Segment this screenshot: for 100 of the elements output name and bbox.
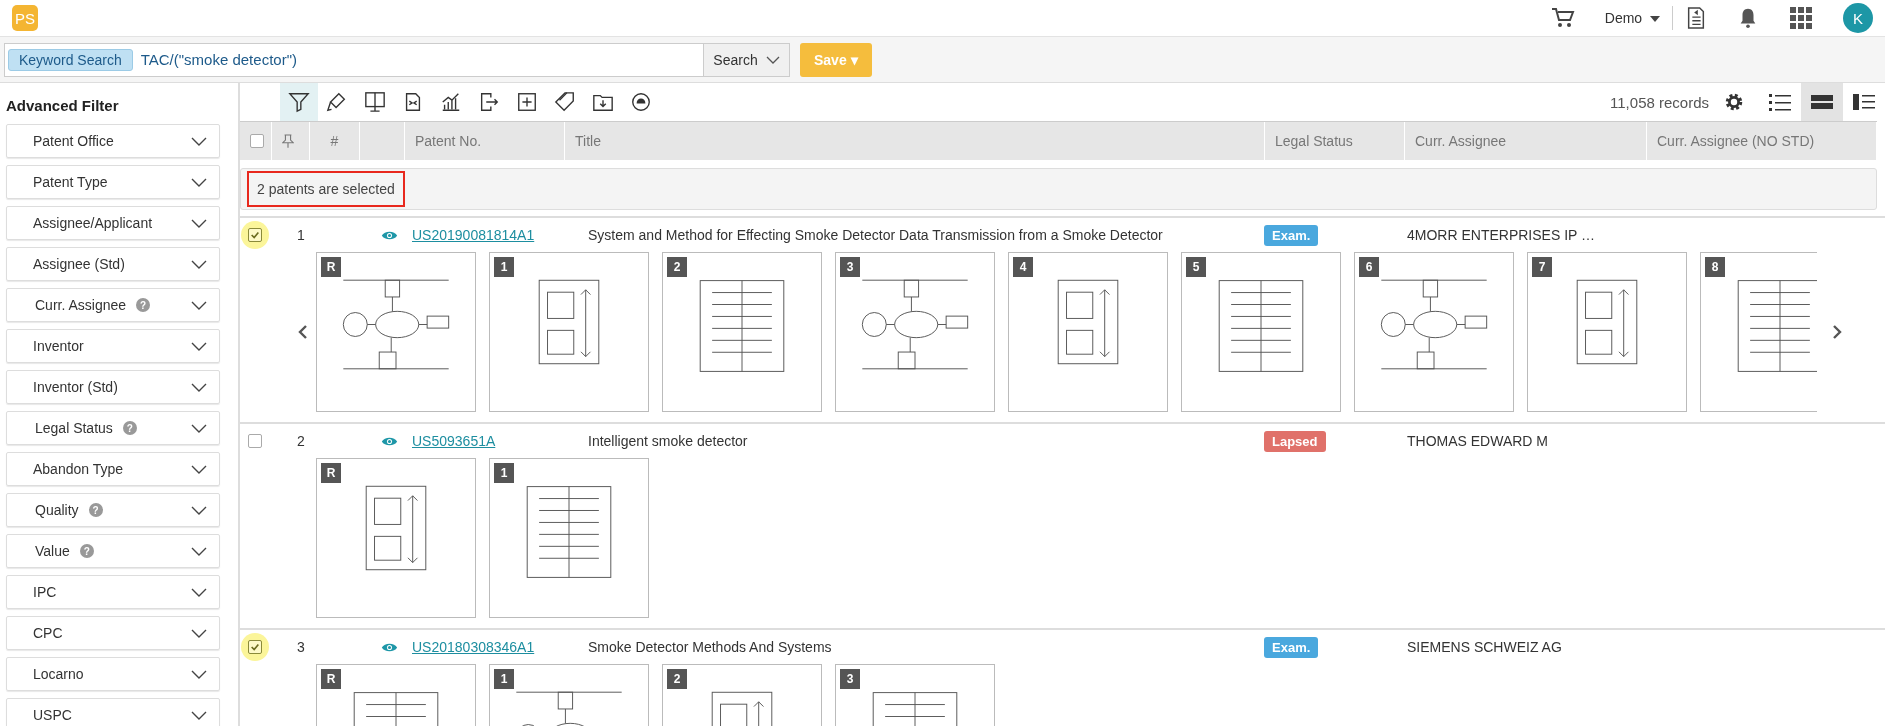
search-button[interactable]: Search bbox=[704, 42, 790, 77]
row-checkbox[interactable] bbox=[248, 228, 262, 242]
drawing-thumbnail[interactable]: 3 bbox=[835, 252, 995, 412]
figure-label: 5 bbox=[1186, 257, 1206, 277]
column-header[interactable]: Curr. Assignee (NO STD) bbox=[1647, 122, 1877, 160]
filter-icon[interactable] bbox=[280, 83, 318, 121]
chevron-down-icon bbox=[191, 218, 207, 228]
patent-title: Intelligent smoke detector bbox=[588, 433, 749, 449]
legal-status-badge: Lapsed bbox=[1264, 430, 1326, 452]
assignee-name: SIEMENS SCHWEIZ AG bbox=[1407, 639, 1563, 655]
eye-icon[interactable] bbox=[381, 641, 398, 653]
select-all-checkbox[interactable] bbox=[250, 134, 264, 148]
legal-status-badge: Exam. bbox=[1264, 636, 1319, 658]
chevron-down-icon bbox=[191, 177, 207, 187]
search-field[interactable]: Keyword Search TAC/("smoke detector") bbox=[4, 42, 704, 77]
filter-dropdown[interactable]: Legal Status ? bbox=[6, 411, 220, 445]
figure-label: 7 bbox=[1532, 257, 1552, 277]
search-query: TAC/("smoke detector") bbox=[140, 51, 297, 68]
document-icon[interactable] bbox=[1685, 5, 1707, 31]
user-menu[interactable]: Demo bbox=[1604, 10, 1660, 26]
filter-dropdown[interactable]: USPC bbox=[6, 698, 220, 726]
pin-icon[interactable] bbox=[282, 134, 294, 148]
filter-dropdown[interactable]: Curr. Assignee ? bbox=[6, 288, 220, 322]
chevron-down-icon bbox=[765, 55, 780, 64]
figure-label: 3 bbox=[840, 669, 860, 689]
column-header[interactable]: Patent No. bbox=[405, 122, 565, 160]
drawing-thumbnail[interactable]: 7 bbox=[1527, 252, 1687, 412]
drawing-thumbnail[interactable]: 2 bbox=[662, 252, 822, 412]
chevron-down-icon bbox=[191, 669, 207, 679]
figure-label: 2 bbox=[667, 257, 687, 277]
figure-label: 4 bbox=[1013, 257, 1033, 277]
filter-dropdown[interactable]: CPC bbox=[6, 616, 220, 650]
patent-number-link[interactable]: US5093651A bbox=[412, 433, 496, 449]
figure-label: 6 bbox=[1359, 257, 1379, 277]
settings-icon[interactable] bbox=[1723, 91, 1745, 113]
checkmark-icon bbox=[250, 642, 260, 652]
figure-label: 1 bbox=[494, 257, 514, 277]
row-checkbox[interactable] bbox=[248, 640, 262, 654]
filter-dropdown[interactable]: Locarno bbox=[6, 657, 220, 691]
filter-dropdown[interactable]: Inventor bbox=[6, 329, 220, 363]
keyword-search-tag: Keyword Search bbox=[8, 48, 133, 71]
apps-grid-icon[interactable] bbox=[1789, 6, 1813, 30]
column-header[interactable]: Title bbox=[565, 122, 1265, 160]
chevron-down-icon bbox=[191, 423, 207, 433]
selection-notice: 2 patents are selected bbox=[247, 171, 405, 207]
patent-title: Smoke Detector Methods And Systems bbox=[588, 639, 833, 655]
drawing-thumbnail[interactable]: 6 bbox=[1354, 252, 1514, 412]
eye-icon[interactable] bbox=[381, 435, 398, 447]
drawing-thumbnail[interactable]: 1 bbox=[489, 458, 649, 618]
filter-dropdown[interactable]: IPC bbox=[6, 575, 220, 609]
record-count: 11,058 records bbox=[1610, 93, 1709, 111]
filter-dropdown[interactable]: Abandon Type bbox=[6, 452, 220, 486]
assignee-name: 4MORR ENTERPRISES IP … bbox=[1407, 227, 1596, 243]
row-number: 2 bbox=[296, 433, 306, 449]
chevron-down-icon bbox=[191, 300, 207, 310]
patent-number-link[interactable]: US20190081814A1 bbox=[412, 227, 535, 243]
chevron-down-icon bbox=[191, 628, 207, 638]
legal-status-badge: Exam. bbox=[1264, 224, 1319, 246]
drawing-thumbnail[interactable]: 2 bbox=[662, 664, 822, 726]
drawing-thumbnail[interactable]: 1 bbox=[489, 664, 649, 726]
filter-dropdown[interactable]: Patent Type bbox=[6, 165, 220, 199]
caret-icon[interactable] bbox=[1650, 16, 1660, 23]
figure-label: 8 bbox=[1705, 257, 1725, 277]
figure-label: 1 bbox=[494, 669, 514, 689]
column-header[interactable]: Legal Status bbox=[1265, 122, 1405, 160]
drawing-thumbnail[interactable]: R bbox=[316, 664, 476, 726]
column-header[interactable]: Curr. Assignee bbox=[1405, 122, 1647, 160]
assignee-name: THOMAS EDWARD M bbox=[1407, 433, 1550, 449]
drawing-thumbnail[interactable]: R bbox=[316, 252, 476, 412]
drawing-thumbnail[interactable]: 1 bbox=[489, 252, 649, 412]
figure-label: 2 bbox=[667, 669, 687, 689]
figure-label: R bbox=[321, 463, 341, 483]
filter-dropdown[interactable]: Inventor (Std) bbox=[6, 370, 220, 404]
filter-dropdown[interactable]: Quality ? bbox=[6, 493, 220, 527]
eye-icon[interactable] bbox=[381, 229, 398, 241]
figure-label: 3 bbox=[840, 257, 860, 277]
drawing-thumbnail[interactable]: R bbox=[316, 458, 476, 618]
chevron-down-icon bbox=[191, 587, 207, 597]
row-checkbox[interactable] bbox=[248, 434, 262, 448]
patent-number-link[interactable]: US20180308346A1 bbox=[412, 639, 535, 655]
cart-icon[interactable] bbox=[1550, 6, 1575, 30]
chevron-down-icon bbox=[191, 136, 207, 146]
filter-dropdown[interactable]: Patent Office bbox=[6, 124, 220, 158]
figure-label: R bbox=[321, 669, 341, 689]
filter-dropdown[interactable]: Assignee/Applicant bbox=[6, 206, 220, 240]
drawing-thumbnail[interactable]: 5 bbox=[1181, 252, 1341, 412]
drawing-thumbnail[interactable]: 3 bbox=[835, 664, 995, 726]
sidebar-title: Advanced Filter bbox=[6, 96, 120, 116]
chevron-down-icon bbox=[191, 382, 207, 392]
column-header[interactable]: # bbox=[310, 122, 360, 160]
drawing-thumbnail[interactable]: 8 bbox=[1700, 252, 1817, 412]
chevron-down-icon bbox=[191, 259, 207, 269]
chevron-down-icon bbox=[191, 464, 207, 474]
filter-dropdown[interactable]: Assignee (Std) bbox=[6, 247, 220, 281]
chevron-down-icon bbox=[191, 341, 207, 351]
patent-title: System and Method for Effecting Smoke Detector Data Transmission from a Smoke Detector bbox=[588, 227, 1164, 243]
figure-label: R bbox=[321, 257, 341, 277]
filter-dropdown[interactable]: Value ? bbox=[6, 534, 220, 568]
row-view-icon[interactable] bbox=[1801, 83, 1843, 121]
drawing-thumbnail[interactable]: 4 bbox=[1008, 252, 1168, 412]
